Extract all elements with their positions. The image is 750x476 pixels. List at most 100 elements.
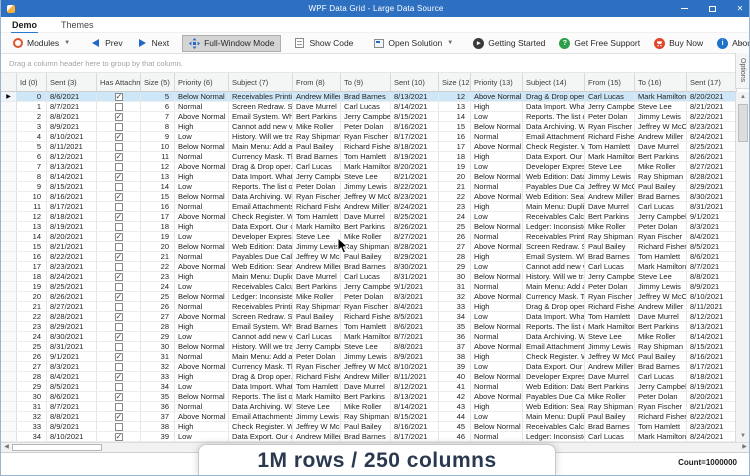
- table-row[interactable]: 338/9/202138HighCheck Register. We...Jef…: [1, 422, 737, 432]
- checkbox-unchecked-icon[interactable]: [115, 323, 123, 331]
- horizontal-scrollbar-thumb[interactable]: [12, 444, 102, 451]
- checkbox-checked-icon[interactable]: [115, 293, 123, 301]
- column-header[interactable]: Sent (17): [687, 73, 737, 91]
- column-header[interactable]: To (16): [635, 73, 687, 91]
- checkbox-checked-icon[interactable]: [115, 193, 123, 201]
- checkbox-checked-icon[interactable]: [115, 373, 123, 381]
- column-header[interactable]: From (15): [585, 73, 635, 91]
- column-header[interactable]: Has Attachm...: [97, 73, 141, 91]
- checkbox-checked-icon[interactable]: [115, 233, 123, 241]
- table-row[interactable]: 198/25/202124LowReceivables Calcula...Be…: [1, 282, 737, 292]
- open-solution-button[interactable]: Open Solution▼: [366, 35, 460, 52]
- column-header[interactable]: Priority (6): [175, 73, 229, 91]
- table-row[interactable]: 218/27/202126NormalReceivables Printin..…: [1, 302, 737, 312]
- table-row[interactable]: 128/18/202117Above NormalCheck Register.…: [1, 212, 737, 222]
- checkbox-unchecked-icon[interactable]: [115, 163, 123, 171]
- tab-demo[interactable]: Demo: [11, 18, 38, 32]
- table-row[interactable]: 308/6/202135Below NormalReports. The lis…: [1, 392, 737, 402]
- checkbox-checked-icon[interactable]: [115, 153, 123, 161]
- scroll-left-icon[interactable]: ◀: [1, 443, 12, 452]
- checkbox-unchecked-icon[interactable]: [115, 403, 123, 411]
- table-row[interactable]: 278/3/202132Above NormalCurrency Mask. T…: [1, 362, 737, 372]
- checkbox-unchecked-icon[interactable]: [115, 383, 123, 391]
- column-header[interactable]: From (8): [293, 73, 341, 91]
- table-row[interactable]: 348/10/202139LowData Export. Our c...And…: [1, 432, 737, 442]
- checkbox-unchecked-icon[interactable]: [115, 303, 123, 311]
- group-by-panel[interactable]: Drag a column header here to group by th…: [1, 54, 750, 73]
- table-row[interactable]: 158/21/202120Below NormalWeb Edition: Da…: [1, 242, 737, 252]
- getting-started-button[interactable]: ▸ Getting Started: [466, 35, 552, 52]
- table-row[interactable]: 178/23/202122Above NormalWeb Edition: Se…: [1, 262, 737, 272]
- table-row[interactable]: 168/22/202121NormalPayables Due Calc...J…: [1, 252, 737, 262]
- checkbox-checked-icon[interactable]: [115, 433, 123, 441]
- table-row[interactable]: 328/8/202137Above NormalEmail Attachment…: [1, 412, 737, 422]
- table-row[interactable]: 258/31/202130Below NormalHistory. Will w…: [1, 342, 737, 352]
- table-row[interactable]: 138/19/202118HighData Export. Our c...Ma…: [1, 222, 737, 232]
- checkbox-checked-icon[interactable]: [115, 213, 123, 221]
- buy-now-button[interactable]: Buy Now: [647, 35, 710, 52]
- table-row[interactable]: 148/20/202119LowDeveloper Express...Stev…: [1, 232, 737, 242]
- table-row[interactable]: 88/14/202113HighData Import. What...Jerr…: [1, 172, 737, 182]
- column-header[interactable]: Subject (7): [229, 73, 293, 91]
- table-row[interactable]: 208/26/202125Below NormalLedger: Inconsi…: [1, 292, 737, 302]
- checkbox-unchecked-icon[interactable]: [115, 143, 123, 151]
- checkbox-unchecked-icon[interactable]: [115, 343, 123, 351]
- table-row[interactable]: 18/7/20216NormalScreen Redraw. So...Dave…: [1, 102, 737, 112]
- table-row[interactable]: 238/29/202128HighEmail System. Wha...Bra…: [1, 322, 737, 332]
- show-code-button[interactable]: Show Code: [287, 35, 360, 52]
- modules-button[interactable]: Modules▼: [5, 35, 77, 52]
- table-row[interactable]: 318/7/202136NormalData Archiving. We...S…: [1, 402, 737, 412]
- next-button[interactable]: Next: [130, 35, 176, 52]
- table-row[interactable]: 228/28/202127Above NormalScreen Redraw. …: [1, 312, 737, 322]
- tab-themes[interactable]: Themes: [60, 18, 95, 32]
- checkbox-checked-icon[interactable]: [115, 273, 123, 281]
- checkbox-checked-icon[interactable]: [115, 353, 123, 361]
- vertical-scrollbar[interactable]: ▲ ▼: [735, 92, 749, 442]
- checkbox-unchecked-icon[interactable]: [115, 243, 123, 251]
- table-row[interactable]: 38/9/20218HighCannot add new ve...Mike R…: [1, 122, 737, 132]
- checkbox-checked-icon[interactable]: [115, 113, 123, 121]
- table-row[interactable]: 298/5/202134LowData Import. What...Tom H…: [1, 382, 737, 392]
- full-window-mode-button[interactable]: Full-Window Mode: [182, 35, 281, 52]
- table-row[interactable]: 68/12/202111NormalCurrency Mask. Th...Br…: [1, 152, 737, 162]
- column-header[interactable]: Sent (10): [391, 73, 439, 91]
- column-header[interactable]: Priority (13): [471, 73, 523, 91]
- checkbox-checked-icon[interactable]: [115, 133, 123, 141]
- scroll-right-icon[interactable]: ▶: [739, 443, 750, 452]
- checkbox-checked-icon[interactable]: [115, 393, 123, 401]
- column-header[interactable]: Size (12): [439, 73, 471, 91]
- table-row[interactable]: 269/1/202131NormalMain Menu: Add a...Pet…: [1, 352, 737, 362]
- checkbox-unchecked-icon[interactable]: [115, 103, 123, 111]
- table-row[interactable]: 28/8/20217Above NormalEmail System. Wha.…: [1, 112, 737, 122]
- get-free-support-button[interactable]: ? Get Free Support: [552, 35, 647, 52]
- checkbox-checked-icon[interactable]: [115, 173, 123, 181]
- checkbox-unchecked-icon[interactable]: [115, 123, 123, 131]
- table-row[interactable]: 78/13/202112Above NormalDrag & Drop oper…: [1, 162, 737, 172]
- ribbon-collapse-icon[interactable]: ⌄: [738, 38, 745, 47]
- checkbox-unchecked-icon[interactable]: [115, 283, 123, 291]
- checkbox-unchecked-icon[interactable]: [115, 183, 123, 191]
- column-header[interactable]: To (9): [341, 73, 391, 91]
- checkbox-checked-icon[interactable]: [115, 93, 123, 101]
- table-row[interactable]: 48/10/20219LowHistory. Will we tra...Ray…: [1, 132, 737, 142]
- column-header[interactable]: Sent (3): [47, 73, 97, 91]
- checkbox-unchecked-icon[interactable]: [115, 363, 123, 371]
- checkbox-checked-icon[interactable]: [115, 253, 123, 261]
- table-row[interactable]: 248/30/202129LowCannot add new ve...Carl…: [1, 332, 737, 342]
- scroll-down-icon[interactable]: ▼: [737, 431, 749, 442]
- checkbox-unchecked-icon[interactable]: [115, 223, 123, 231]
- close-button[interactable]: ✕: [733, 4, 747, 13]
- column-header[interactable]: Subject (14): [523, 73, 585, 91]
- checkbox-checked-icon[interactable]: [115, 333, 123, 341]
- checkbox-checked-icon[interactable]: [115, 313, 123, 321]
- table-row[interactable]: 188/24/202123HighMain Menu: Duplic...Dav…: [1, 272, 737, 282]
- options-side-tab[interactable]: Options: [735, 53, 749, 89]
- table-row[interactable]: 118/17/202116NormalEmail Attachments...R…: [1, 202, 737, 212]
- table-row[interactable]: 98/15/202114LowReports. The list of...Pe…: [1, 182, 737, 192]
- minimize-button[interactable]: [677, 4, 691, 13]
- checkbox-unchecked-icon[interactable]: [115, 263, 123, 271]
- vertical-scrollbar-thumb[interactable]: [738, 104, 748, 142]
- table-row[interactable]: ▶08/6/20215Below NormalReceivables Print…: [1, 92, 737, 102]
- checkbox-checked-icon[interactable]: [115, 413, 123, 421]
- table-row[interactable]: 58/11/202110Below NormalMain Menu: Add a…: [1, 142, 737, 152]
